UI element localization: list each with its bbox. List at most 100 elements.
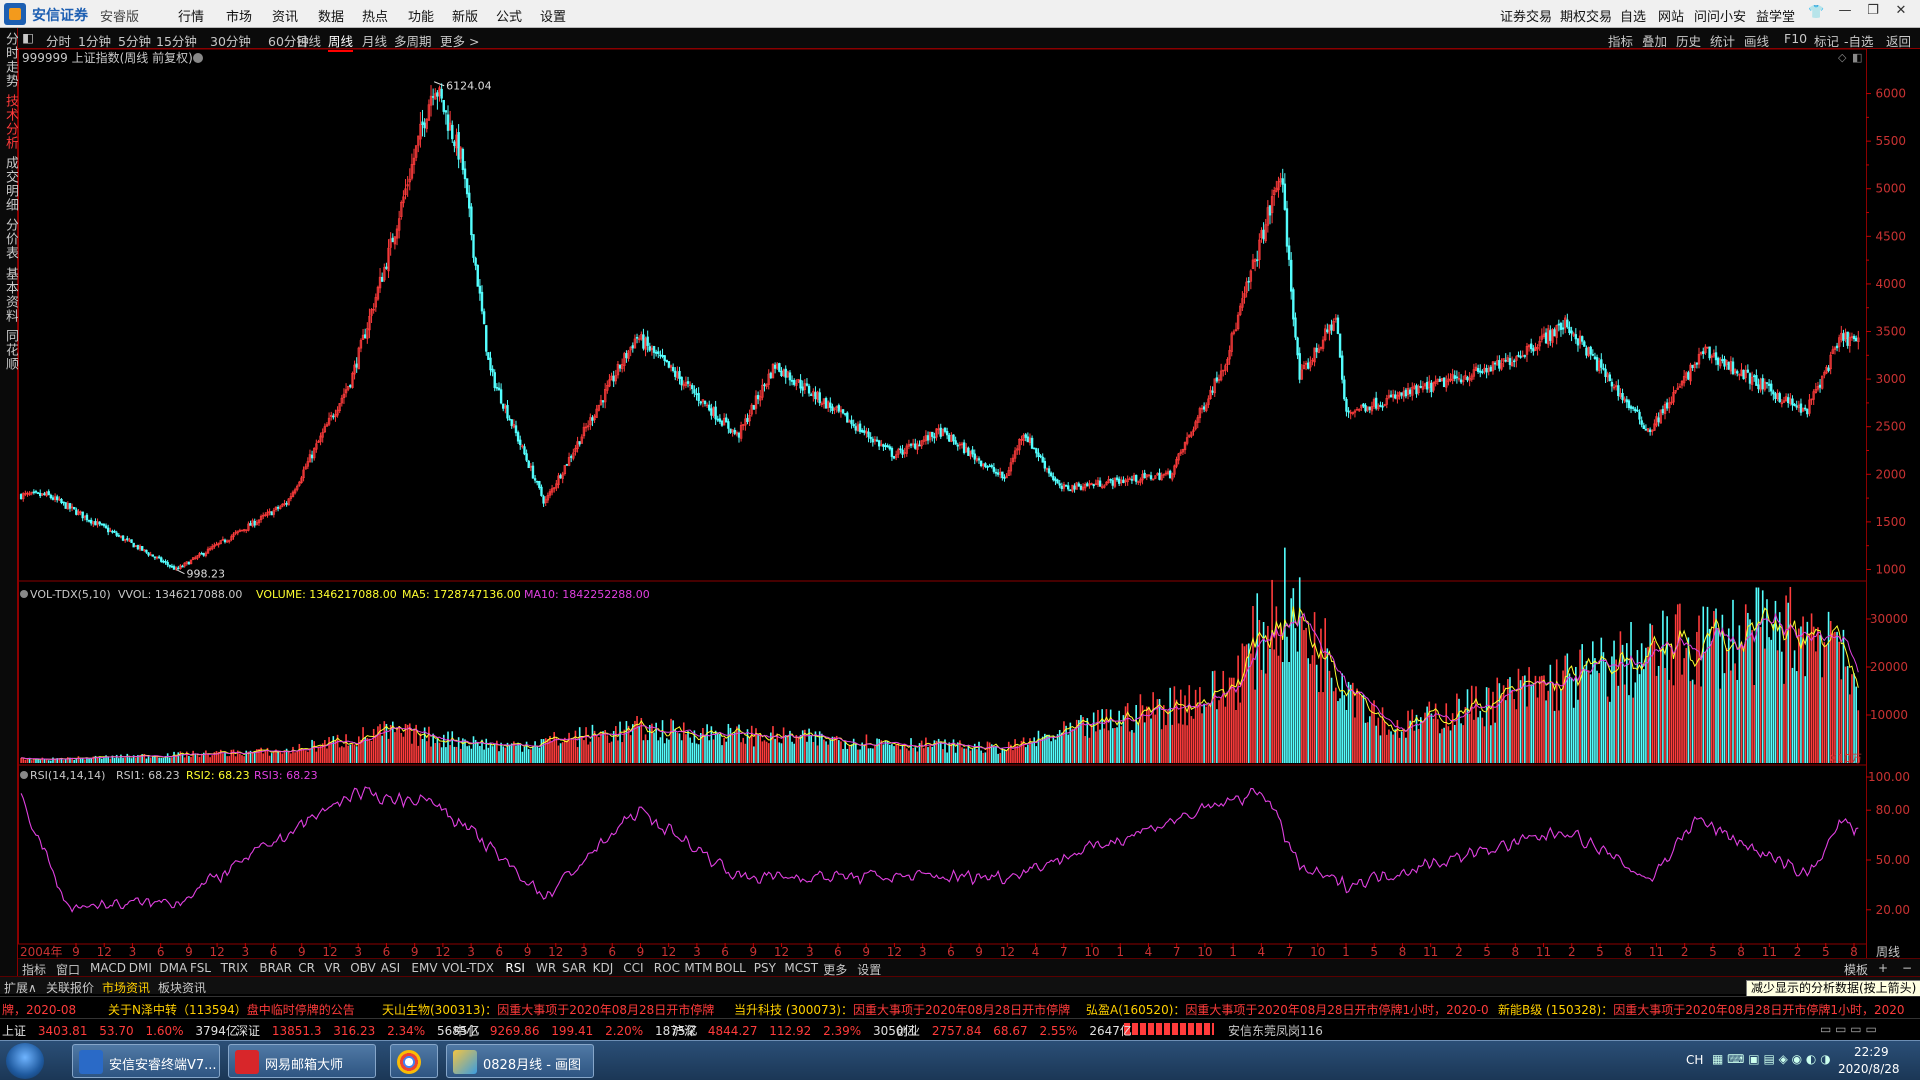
tool-0[interactable]: 指标 <box>1608 31 1633 50</box>
shirt-skin-icon[interactable]: 👕 <box>1808 5 1824 20</box>
indicator-tab-23[interactable]: MCST <box>784 961 818 975</box>
left-tab-4[interactable]: 基本资料 <box>1 267 18 323</box>
menu-4[interactable]: 热点 <box>362 6 388 25</box>
news-item-3[interactable]: 当升科技 (300073)：因重大事项于2020年08月28日开市停牌 <box>734 1001 1070 1018</box>
right-menu-5[interactable]: 益学堂 <box>1756 6 1795 25</box>
indicator-tab-21[interactable]: BOLL <box>715 961 746 975</box>
indicator-tab-20[interactable]: MTM <box>684 961 712 975</box>
menu-1[interactable]: 市场 <box>226 6 252 25</box>
menu-7[interactable]: 公式 <box>496 6 522 25</box>
right-menu-4[interactable]: 问问小安 <box>1694 6 1746 25</box>
tool-1[interactable]: 叠加 <box>1642 31 1667 50</box>
left-tab-0[interactable]: 分时走势 <box>1 32 18 88</box>
period-tab-0[interactable]: 分时 <box>46 31 71 50</box>
period-tab-6[interactable]: 日线 <box>296 31 321 50</box>
right-menu-2[interactable]: 自选 <box>1620 6 1646 25</box>
clock-date[interactable]: 2020/8/28 <box>1838 1062 1900 1076</box>
index-2[interactable]: 中小 9269.86 199.41 2.20% 1875亿 <box>454 1022 698 1039</box>
period-tab-3[interactable]: 15分钟 <box>156 31 197 50</box>
layout-icons[interactable]: ▭ ▭ ▭ ▭ <box>1820 1022 1877 1036</box>
rsi-settings-icon[interactable] <box>20 771 28 779</box>
period-tab-1[interactable]: 1分钟 <box>78 31 111 50</box>
settings-circle-icon[interactable] <box>193 53 203 63</box>
left-tab-3[interactable]: 分价表 <box>1 218 18 260</box>
taskbar-item-0[interactable]: 安信安睿终端V7... <box>72 1044 220 1078</box>
tool-5[interactable]: F10 <box>1784 31 1807 46</box>
right-menu-1[interactable]: 期权交易 <box>1560 6 1612 25</box>
sub-tab-2[interactable]: 市场资讯 <box>102 979 150 996</box>
menu-0[interactable]: 行情 <box>178 6 204 25</box>
indicator-tab-16[interactable]: SAR <box>562 961 586 975</box>
indicator-tab-19[interactable]: ROC <box>654 961 680 975</box>
tool-8[interactable]: 返回 <box>1886 31 1911 50</box>
toggle-panel-icon[interactable]: ◧ <box>22 30 34 45</box>
indicator-tab-4[interactable]: DMA <box>159 961 187 975</box>
indicator-tab-11[interactable]: ASI <box>381 961 400 975</box>
menu-3[interactable]: 数据 <box>318 6 344 25</box>
indicator-tab-8[interactable]: CR <box>298 961 315 975</box>
period-tab-9[interactable]: 多周期 <box>394 31 432 50</box>
taskbar-item-3[interactable]: 0828月线 - 画图 <box>446 1044 594 1078</box>
close-icon[interactable]: ✕ <box>1890 3 1912 23</box>
indicator-tab-10[interactable]: OBV <box>350 961 376 975</box>
diamond-icon[interactable]: ◇ <box>1838 51 1847 64</box>
news-item-5[interactable]: 新能B级 (150328)：因重大事项于2020年08月28日开市停牌1小时，2… <box>1498 1001 1905 1018</box>
news-item-1[interactable]: 关于N泽中转（113594）盘中临时停牌的公告 <box>108 1001 355 1018</box>
minimize-icon[interactable]: — <box>1834 3 1856 23</box>
menu-8[interactable]: 设置 <box>540 6 566 25</box>
index-0[interactable]: 上证 3403.81 53.70 1.60% 3794亿 <box>2 1022 238 1039</box>
indicator-tab-7[interactable]: BRAR <box>259 961 292 975</box>
indicator-tab-6[interactable]: TRIX <box>221 961 248 975</box>
indicator-tab-3[interactable]: DMI <box>129 961 152 975</box>
indicator-tab-12[interactable]: EMV <box>411 961 437 975</box>
sub-tab-1[interactable]: 关联报价 <box>46 979 94 996</box>
sub-tab-3[interactable]: 板块资讯 <box>158 979 206 996</box>
tool-3[interactable]: 统计 <box>1710 31 1735 50</box>
right-menu-3[interactable]: 网站 <box>1658 6 1684 25</box>
indicator-tab-18[interactable]: CCI <box>623 961 643 975</box>
period-tab-2[interactable]: 5分钟 <box>118 31 151 50</box>
indicator-tab-2[interactable]: MACD <box>90 961 126 975</box>
vol-settings-icon[interactable] <box>20 590 28 598</box>
sub-tab-0[interactable]: 扩展∧ <box>4 979 37 996</box>
news-item-2[interactable]: 天山生物(300313)：因重大事项于2020年08月28日开市停牌 <box>382 1001 714 1018</box>
indicator-tab-17[interactable]: KDJ <box>593 961 614 975</box>
tool-2[interactable]: 历史 <box>1676 31 1701 50</box>
news-item-4[interactable]: 弘盈A(160520)：因重大事项于2020年08月28日开市停牌1小时，202… <box>1086 1001 1489 1018</box>
tool-4[interactable]: 画线 <box>1744 31 1769 50</box>
tool-7[interactable]: -自选 <box>1844 31 1874 50</box>
left-tab-5[interactable]: 同花顺 <box>1 329 18 371</box>
index-4[interactable]: 创业 2757.84 68.67 2.55% 2647亿 <box>896 1022 1132 1039</box>
left-tab-2[interactable]: 成交明细 <box>1 156 18 212</box>
windows-start-icon[interactable] <box>6 1043 44 1079</box>
index-1[interactable]: 深证 13851.3 316.23 2.34% 5685亿 <box>236 1022 480 1039</box>
x-axis-period-label[interactable]: 周线 <box>1876 945 1900 958</box>
indicator-tab-13[interactable]: VOL-TDX <box>442 961 494 975</box>
zoom-out-icon[interactable]: − <box>1902 961 1912 975</box>
tray-icons[interactable]: ▦ ⌨ ▣ ▤ ◈ ◉ ◐ ◑ <box>1712 1052 1831 1066</box>
panel-toggle-icon[interactable]: ◧ <box>1852 51 1862 64</box>
menu-2[interactable]: 资讯 <box>272 6 298 25</box>
clock-time[interactable]: 22:29 <box>1854 1045 1889 1059</box>
menu-5[interactable]: 功能 <box>408 6 434 25</box>
period-tab-10[interactable]: 更多 > <box>440 31 479 50</box>
chart-area[interactable]: 1000 1500 2000 2500 3000 3500 4000 4500 5000 5500… <box>18 49 1920 958</box>
taskbar-item-2[interactable] <box>390 1044 438 1078</box>
period-tab-4[interactable]: 30分钟 <box>210 31 251 50</box>
language-indicator[interactable]: CH <box>1686 1053 1703 1067</box>
right-menu-0[interactable]: 证券交易 <box>1500 6 1552 25</box>
indicator-tab-9[interactable]: VR <box>324 961 341 975</box>
indicator-tab-22[interactable]: PSY <box>754 961 776 975</box>
left-tab-1[interactable]: 技术分析 <box>1 94 18 150</box>
news-item-0[interactable]: 牌，2020-08 <box>2 1001 76 1018</box>
period-tab-8[interactable]: 月线 <box>362 31 387 50</box>
menu-6[interactable]: 新版 <box>452 6 478 25</box>
indicator-tab-5[interactable]: FSL <box>190 961 211 975</box>
zoom-in-icon[interactable]: + <box>1878 961 1888 975</box>
broker-branch[interactable]: 安信东莞凤岗116 <box>1228 1022 1323 1039</box>
tool-6[interactable]: 标记 <box>1814 31 1839 50</box>
taskbar-item-1[interactable]: 网易邮箱大师 <box>228 1044 376 1078</box>
index-3[interactable]: 沪深 4844.27 112.92 2.39% 3050亿 <box>672 1022 916 1039</box>
indicator-tab-15[interactable]: WR <box>536 961 556 975</box>
restore-icon[interactable]: ❐ <box>1862 3 1884 23</box>
